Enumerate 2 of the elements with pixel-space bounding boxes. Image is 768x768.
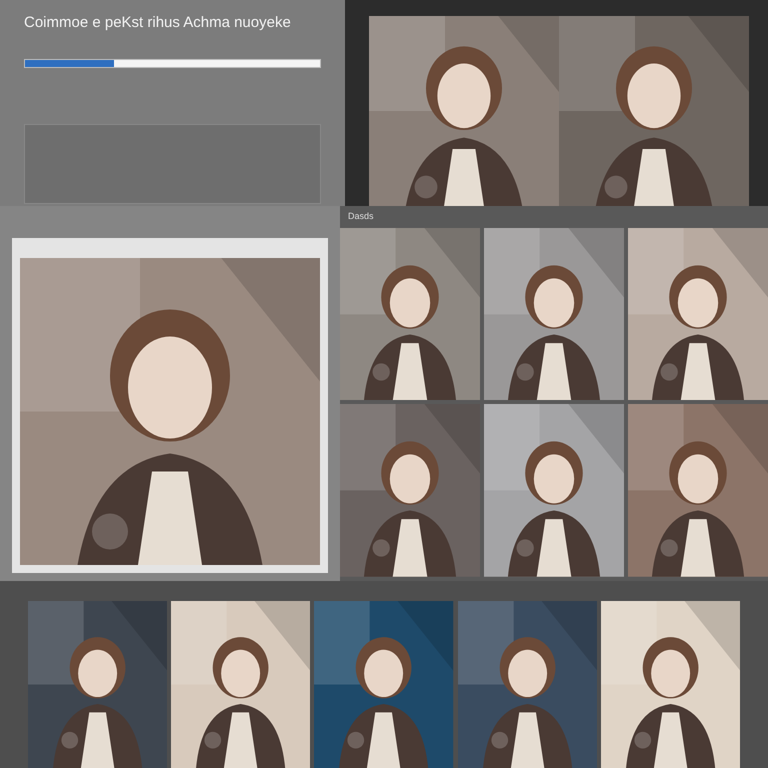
gallery-title: Dasds (347, 210, 375, 223)
window-title: Coimmoe e peKst rihus Achma nuoyeke (24, 13, 292, 33)
